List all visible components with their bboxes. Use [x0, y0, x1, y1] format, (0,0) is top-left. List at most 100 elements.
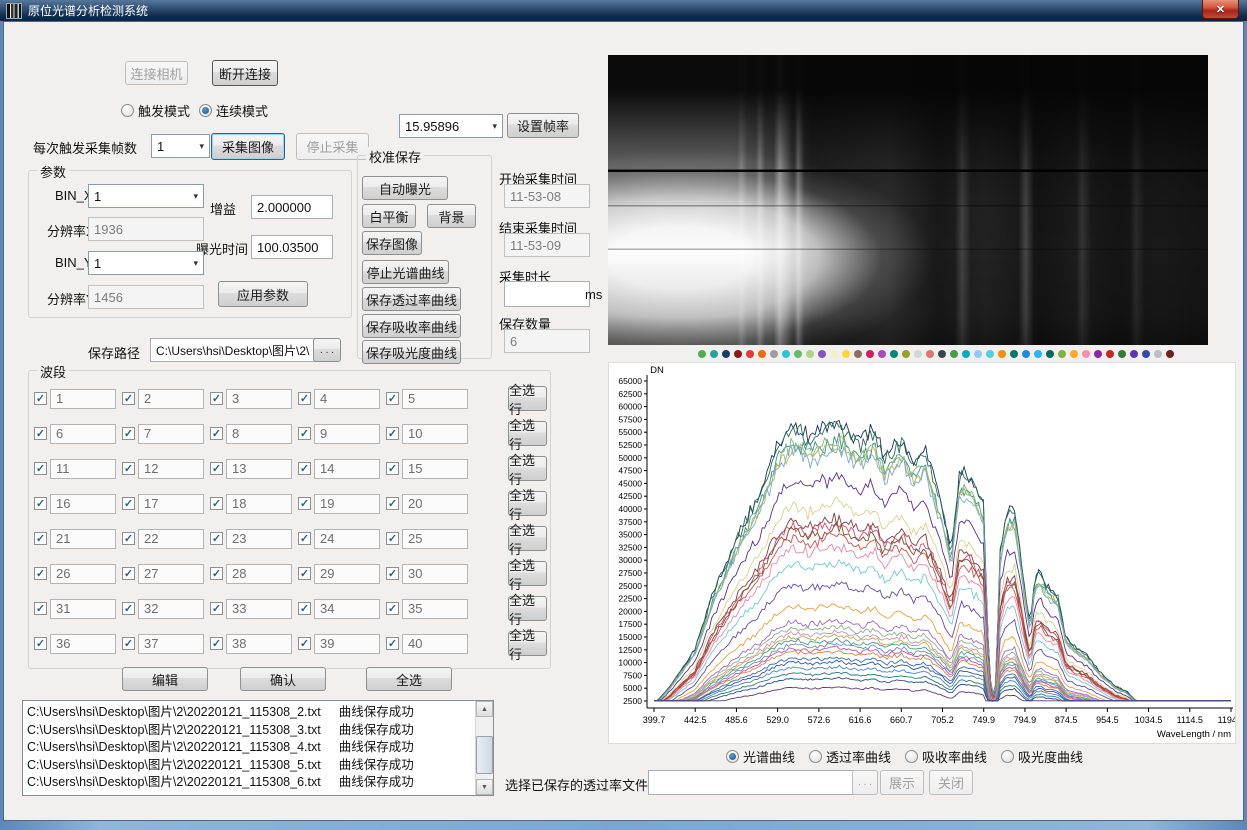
band-number-input[interactable]: 28	[226, 564, 292, 584]
band-checkbox-checked[interactable]: ✓	[122, 427, 135, 440]
save-path-input[interactable]: C:\Users\hsi\Desktop\图片\2\	[150, 338, 320, 362]
set-framerate-button[interactable]: 设置帧率	[507, 113, 579, 138]
band-checkbox-checked[interactable]: ✓	[34, 427, 47, 440]
band-number-input[interactable]: 3	[226, 389, 292, 409]
curve-type-radio[interactable]: 光谱曲线	[726, 747, 795, 766]
capture-image-button[interactable]: 采集图像	[211, 133, 285, 160]
band-number-input[interactable]: 14	[314, 459, 380, 479]
band-number-input[interactable]: 33	[226, 599, 292, 619]
band-number-input[interactable]: 17	[138, 494, 204, 514]
edit-button[interactable]: 编辑	[122, 667, 208, 691]
band-checkbox-checked[interactable]: ✓	[122, 462, 135, 475]
band-checkbox-checked[interactable]: ✓	[34, 462, 47, 475]
frames-per-trigger-combo[interactable]: 1▾	[151, 134, 210, 158]
band-checkbox-checked[interactable]: ✓	[210, 567, 223, 580]
select-all-button[interactable]: 全选	[366, 667, 452, 691]
band-checkbox-checked[interactable]: ✓	[386, 602, 399, 615]
band-checkbox-checked[interactable]: ✓	[298, 497, 311, 510]
band-checkbox-checked[interactable]: ✓	[298, 427, 311, 440]
band-number-input[interactable]: 29	[314, 564, 380, 584]
band-number-input[interactable]: 9	[314, 424, 380, 444]
band-checkbox-checked[interactable]: ✓	[298, 567, 311, 580]
white-balance-button[interactable]: 白平衡	[362, 204, 416, 228]
band-number-input[interactable]: 37	[138, 634, 204, 654]
gain-input[interactable]: 2.000000	[251, 195, 333, 219]
stop-spectrum-curve-button[interactable]: 停止光谱曲线	[362, 260, 449, 284]
band-number-input[interactable]: 5	[402, 389, 468, 409]
continuous-mode-radio[interactable]: 连续模式	[199, 101, 268, 120]
band-checkbox-checked[interactable]: ✓	[122, 497, 135, 510]
auto-exposure-button[interactable]: 自动曝光	[362, 176, 448, 200]
band-checkbox-checked[interactable]: ✓	[210, 427, 223, 440]
band-number-input[interactable]: 8	[226, 424, 292, 444]
select-row-button[interactable]: 全选行	[508, 386, 547, 411]
band-number-input[interactable]: 25	[402, 529, 468, 549]
save-image-button[interactable]: 保存图像	[362, 231, 422, 255]
band-number-input[interactable]: 27	[138, 564, 204, 584]
close-button[interactable]: ✕	[1202, 0, 1239, 19]
band-checkbox-checked[interactable]: ✓	[386, 427, 399, 440]
band-checkbox-checked[interactable]: ✓	[34, 602, 47, 615]
band-number-input[interactable]: 18	[226, 494, 292, 514]
band-checkbox-checked[interactable]: ✓	[122, 637, 135, 650]
band-number-input[interactable]: 12	[138, 459, 204, 479]
curve-type-radio[interactable]: 透过率曲线	[809, 747, 891, 766]
band-checkbox-checked[interactable]: ✓	[298, 462, 311, 475]
log-scrollbar[interactable]: ▲ ▼	[475, 701, 493, 795]
band-checkbox-checked[interactable]: ✓	[122, 392, 135, 405]
band-checkbox-checked[interactable]: ✓	[210, 462, 223, 475]
band-number-input[interactable]: 21	[50, 529, 116, 549]
band-checkbox-checked[interactable]: ✓	[386, 532, 399, 545]
scroll-down-icon[interactable]: ▼	[476, 779, 493, 795]
band-number-input[interactable]: 35	[402, 599, 468, 619]
framerate-combo[interactable]: 15.95896▾	[399, 114, 503, 138]
band-number-input[interactable]: 38	[226, 634, 292, 654]
band-number-input[interactable]: 11	[50, 459, 116, 479]
band-checkbox-checked[interactable]: ✓	[210, 392, 223, 405]
band-number-input[interactable]: 15	[402, 459, 468, 479]
band-checkbox-checked[interactable]: ✓	[34, 637, 47, 650]
select-row-button[interactable]: 全选行	[508, 631, 547, 656]
curve-type-radio[interactable]: 吸光度曲线	[1001, 747, 1083, 766]
band-number-input[interactable]: 7	[138, 424, 204, 444]
band-checkbox-checked[interactable]: ✓	[122, 567, 135, 580]
band-number-input[interactable]: 1	[50, 389, 116, 409]
band-checkbox-checked[interactable]: ✓	[298, 602, 311, 615]
scrollbar-thumb[interactable]	[476, 736, 493, 774]
curve-type-radio[interactable]: 吸收率曲线	[905, 747, 987, 766]
duration-input[interactable]	[504, 281, 590, 307]
band-checkbox-checked[interactable]: ✓	[210, 637, 223, 650]
band-checkbox-checked[interactable]: ✓	[210, 602, 223, 615]
band-number-input[interactable]: 24	[314, 529, 380, 549]
select-row-button[interactable]: 全选行	[508, 596, 547, 621]
band-checkbox-checked[interactable]: ✓	[122, 532, 135, 545]
select-row-button[interactable]: 全选行	[508, 421, 547, 446]
transmittance-file-input[interactable]	[648, 770, 858, 795]
band-checkbox-checked[interactable]: ✓	[298, 392, 311, 405]
save-transmittance-curve-button[interactable]: 保存透过率曲线	[362, 287, 461, 311]
band-checkbox-checked[interactable]: ✓	[34, 532, 47, 545]
band-checkbox-checked[interactable]: ✓	[34, 567, 47, 580]
band-number-input[interactable]: 19	[314, 494, 380, 514]
band-number-input[interactable]: 34	[314, 599, 380, 619]
band-checkbox-checked[interactable]: ✓	[210, 497, 223, 510]
select-row-button[interactable]: 全选行	[508, 456, 547, 481]
band-number-input[interactable]: 10	[402, 424, 468, 444]
band-number-input[interactable]: 40	[402, 634, 468, 654]
band-number-input[interactable]: 30	[402, 564, 468, 584]
band-checkbox-checked[interactable]: ✓	[386, 637, 399, 650]
band-number-input[interactable]: 32	[138, 599, 204, 619]
band-number-input[interactable]: 6	[50, 424, 116, 444]
band-checkbox-checked[interactable]: ✓	[298, 637, 311, 650]
band-checkbox-checked[interactable]: ✓	[298, 532, 311, 545]
titlebar[interactable]: 原位光谱分析检测系统 ✕	[0, 0, 1247, 21]
disconnect-button[interactable]: 断开连接	[212, 60, 278, 86]
band-number-input[interactable]: 23	[226, 529, 292, 549]
background-button[interactable]: 背景	[427, 204, 476, 228]
band-checkbox-checked[interactable]: ✓	[386, 497, 399, 510]
band-checkbox-checked[interactable]: ✓	[34, 497, 47, 510]
band-number-input[interactable]: 4	[314, 389, 380, 409]
band-checkbox-checked[interactable]: ✓	[386, 462, 399, 475]
band-number-input[interactable]: 16	[50, 494, 116, 514]
band-number-input[interactable]: 26	[50, 564, 116, 584]
